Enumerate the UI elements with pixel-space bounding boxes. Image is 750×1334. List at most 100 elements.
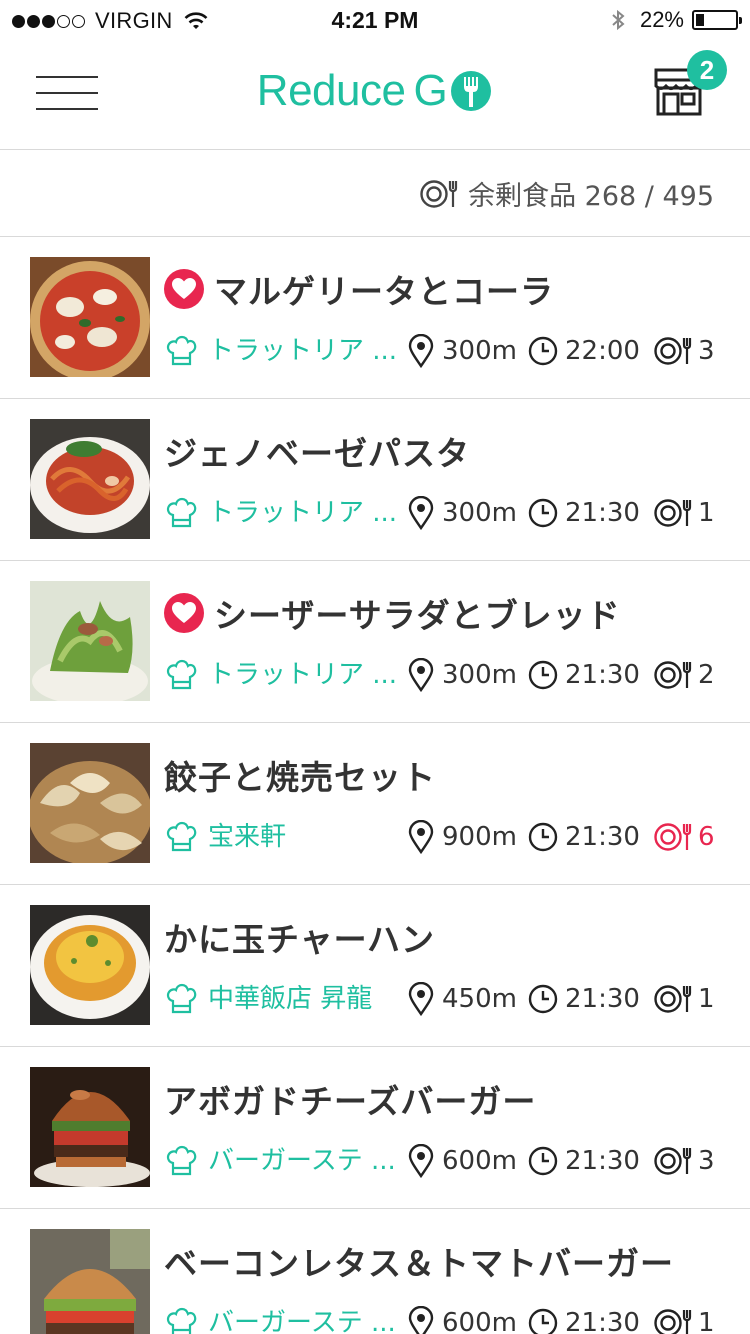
plate-fork-icon — [420, 179, 458, 208]
distance-text: 450m — [442, 984, 517, 1014]
distance-text: 600m — [442, 1308, 517, 1334]
stock-count-text: 6 — [698, 822, 715, 852]
stock-count-text: 3 — [698, 336, 715, 366]
item-stock: 1 — [654, 493, 715, 533]
plate-fork-icon — [654, 499, 692, 527]
location-pin-icon — [408, 820, 434, 854]
item-distance: 300m — [408, 655, 517, 695]
location-pin-icon — [408, 1144, 434, 1178]
item-distance: 300m — [408, 493, 517, 533]
item-time: 22:00 — [528, 331, 640, 371]
item-title-row: シーザーサラダとブレッド — [164, 589, 621, 637]
item-shop[interactable]: バーガーステ ... — [164, 1141, 396, 1181]
cart-count-badge: 2 — [687, 50, 727, 90]
item-title-row: ジェノベーゼパスタ — [164, 427, 470, 475]
item-title-row: 餃子と焼売セット — [164, 751, 436, 799]
clock-icon — [528, 1308, 558, 1334]
item-shop[interactable]: トラットリア ... — [164, 493, 397, 533]
item-shop[interactable]: トラットリア ... — [164, 655, 397, 695]
clock-icon — [528, 984, 558, 1014]
food-thumbnail — [30, 419, 150, 539]
item-time: 21:30 — [528, 493, 640, 533]
distance-text: 300m — [442, 336, 517, 366]
favorite-heart-icon[interactable] — [164, 269, 204, 309]
stock-count-text: 1 — [698, 984, 715, 1014]
plate-fork-icon — [654, 1309, 692, 1334]
item-stock: 3 — [654, 331, 715, 371]
gyoza-photo — [30, 743, 150, 863]
burger-photo — [30, 1067, 150, 1187]
pickup-time-text: 21:30 — [565, 660, 640, 690]
item-meta: 中華飯店 昇龍 450m 21:30 1 — [164, 979, 720, 1019]
food-list-item[interactable]: シーザーサラダとブレッド トラットリア ... 300m 21:30 2 — [0, 561, 750, 723]
food-list-item[interactable]: アボガドチーズバーガー バーガーステ ... 600m 21:30 3 — [0, 1047, 750, 1209]
shop-name: バーガーステ ... — [208, 1146, 396, 1176]
pickup-time-text: 21:30 — [565, 1146, 640, 1176]
chef-hat-icon — [166, 659, 197, 690]
pickup-time-text: 22:00 — [565, 336, 640, 366]
location-pin-icon — [408, 658, 434, 692]
shop-name: トラットリア ... — [208, 660, 398, 690]
item-shop[interactable]: 中華飯店 昇龍 — [164, 979, 372, 1019]
food-thumbnail — [30, 905, 150, 1025]
pizza-photo — [30, 257, 150, 377]
item-distance: 600m — [408, 1303, 517, 1334]
chef-hat-icon — [166, 335, 197, 366]
chef-hat-icon — [166, 497, 197, 528]
item-title: シーザーサラダとブレッド — [214, 596, 621, 635]
food-list-item[interactable]: かに玉チャーハン 中華飯店 昇龍 450m 21:30 1 — [0, 885, 750, 1047]
item-shop[interactable]: バーガーステ ... — [164, 1303, 396, 1334]
favorite-heart-icon[interactable] — [164, 593, 204, 633]
chef-hat-icon — [166, 821, 197, 852]
plate-fork-icon — [654, 985, 692, 1013]
food-thumbnail — [30, 1229, 150, 1334]
location-pin-icon — [408, 334, 434, 368]
item-meta: トラットリア ... 300m 21:30 2 — [164, 655, 720, 695]
food-list-item[interactable]: 餃子と焼売セット 宝来軒 900m 21:30 6 — [0, 723, 750, 885]
item-time: 21:30 — [528, 979, 640, 1019]
battery-level-fill — [696, 14, 704, 26]
item-meta: バーガーステ ... 600m 21:30 3 — [164, 1141, 720, 1181]
item-title-row: マルゲリータとコーラ — [164, 265, 554, 313]
bluetooth-icon — [612, 9, 625, 31]
food-list-item[interactable]: ジェノベーゼパスタ トラットリア ... 300m 21:30 1 — [0, 399, 750, 561]
item-meta: トラットリア ... 300m 22:00 3 — [164, 331, 720, 371]
plate-fork-icon — [654, 823, 692, 851]
pickup-time-text: 21:30 — [565, 498, 640, 528]
shop-name: トラットリア ... — [208, 336, 398, 366]
item-meta: 宝来軒 900m 21:30 6 — [164, 817, 720, 857]
item-title: ベーコンレタス＆トマトバーガー — [164, 1244, 674, 1283]
stock-count-text: 1 — [698, 498, 715, 528]
distance-text: 600m — [442, 1146, 517, 1176]
item-shop[interactable]: 宝来軒 — [164, 817, 286, 857]
food-list-item[interactable]: マルゲリータとコーラ トラットリア ... 300m 22:00 3 — [0, 237, 750, 399]
item-title: マルゲリータとコーラ — [214, 272, 554, 311]
pickup-time-text: 21:30 — [565, 1308, 640, 1334]
item-time: 21:30 — [528, 1141, 640, 1181]
item-time: 21:30 — [528, 817, 640, 857]
item-distance: 300m — [408, 331, 517, 371]
clock-icon — [528, 1146, 558, 1176]
location-pin-icon — [408, 982, 434, 1016]
item-stock: 1 — [654, 979, 715, 1019]
logo-text: Reduce — [256, 66, 406, 115]
stock-count-text: 3 — [698, 1146, 715, 1176]
plate-fork-icon — [654, 1147, 692, 1175]
item-stock: 2 — [654, 655, 715, 695]
pickup-time-text: 21:30 — [565, 984, 640, 1014]
chef-hat-icon — [166, 983, 197, 1014]
distance-text: 300m — [442, 498, 517, 528]
chef-hat-icon — [166, 1307, 197, 1334]
item-title: ジェノベーゼパスタ — [164, 434, 470, 473]
surplus-summary: 余剰食品 268 / 495 — [0, 151, 750, 237]
item-stock: 1 — [654, 1303, 715, 1334]
blt-burger-photo — [30, 1229, 150, 1334]
distance-text: 900m — [442, 822, 517, 852]
clock-icon — [528, 336, 558, 366]
food-thumbnail — [30, 257, 150, 377]
stock-count-text: 1 — [698, 1308, 715, 1334]
item-distance: 450m — [408, 979, 517, 1019]
food-thumbnail — [30, 581, 150, 701]
food-list-item[interactable]: ベーコンレタス＆トマトバーガー バーガーステ ... 600m 21:30 1 — [0, 1209, 750, 1334]
item-shop[interactable]: トラットリア ... — [164, 331, 397, 371]
